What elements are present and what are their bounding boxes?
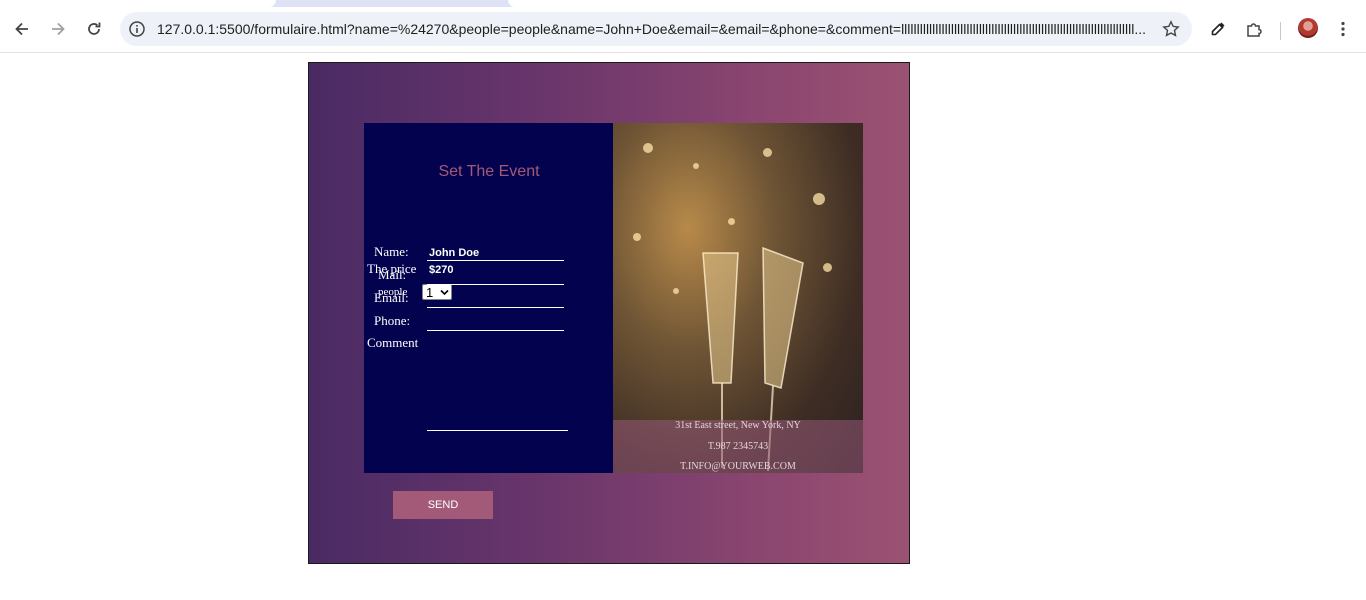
menu-button[interactable] [1328,14,1358,44]
extensions-button[interactable] [1239,14,1269,44]
name-field-row: John Doe [364,243,614,261]
email-input[interactable] [427,290,564,308]
champagne-photo: 31st East street, New York, NY T.987 234… [613,123,863,473]
bokeh-light [673,288,679,294]
mail-input[interactable] [427,267,564,285]
forward-icon [52,22,65,36]
event-form: Set The Event The price $270 people 1 Na… [364,123,614,473]
menu-icon [1341,21,1345,37]
reload-button[interactable] [79,14,109,44]
name-input[interactable]: John Doe [427,243,564,261]
caption-phone: T.987 2345743 [707,441,769,452]
bokeh-light [763,148,772,157]
comment-row: Comment [364,335,614,353]
bokeh-light [643,143,653,153]
back-button[interactable] [7,14,37,44]
back-icon [15,22,28,36]
email-row: Email: [364,290,614,308]
url-text[interactable]: 127.0.0.1:5500/formulaire.html?name=%242… [157,21,1149,37]
email-label: Email: [374,290,409,305]
phone-label: Phone: [374,313,411,328]
eyedropper-icon [1211,22,1225,36]
send-button[interactable]: SEND [393,491,493,519]
event-card: Set The Event The price $270 people 1 Na… [308,62,910,564]
caption-email: T.INFO@YOURWEB.COM [680,461,796,472]
bokeh-light [633,233,641,241]
address-bar[interactable]: 127.0.0.1:5500/formulaire.html?name=%242… [120,12,1192,46]
caption-address: 31st East street, New York, NY [675,420,801,431]
eyedropper-button[interactable] [1203,14,1233,44]
toolbar-separator [1280,22,1281,40]
forward-button[interactable] [43,14,73,44]
form-title: Set The Event [438,163,540,180]
bokeh-light [823,263,832,272]
bokeh-light [693,163,699,169]
phone-row: Phone: [364,313,614,331]
reload-icon [88,22,101,35]
comment-label: Comment [367,335,419,350]
tab-strip [0,0,1366,7]
comment-textarea[interactable] [427,430,568,431]
browser-toolbar: 127.0.0.1:5500/formulaire.html?name=%242… [0,7,1366,53]
info-icon[interactable] [128,20,146,38]
phone-input[interactable] [427,313,564,331]
bokeh-light [813,193,825,205]
bokeh-light [728,218,735,225]
browser-tab[interactable] [0,0,276,7]
mail-label: Mail: [378,267,407,282]
browser-tab[interactable] [508,0,1366,7]
name-input-value: John Doe [429,247,480,259]
star-icon[interactable] [1162,20,1180,38]
profile-avatar[interactable] [1298,18,1318,38]
photo-caption: 31st East street, New York, NY T.987 234… [613,420,863,473]
mail-row: Mail: [364,267,614,285]
extensions-icon [1247,23,1262,37]
